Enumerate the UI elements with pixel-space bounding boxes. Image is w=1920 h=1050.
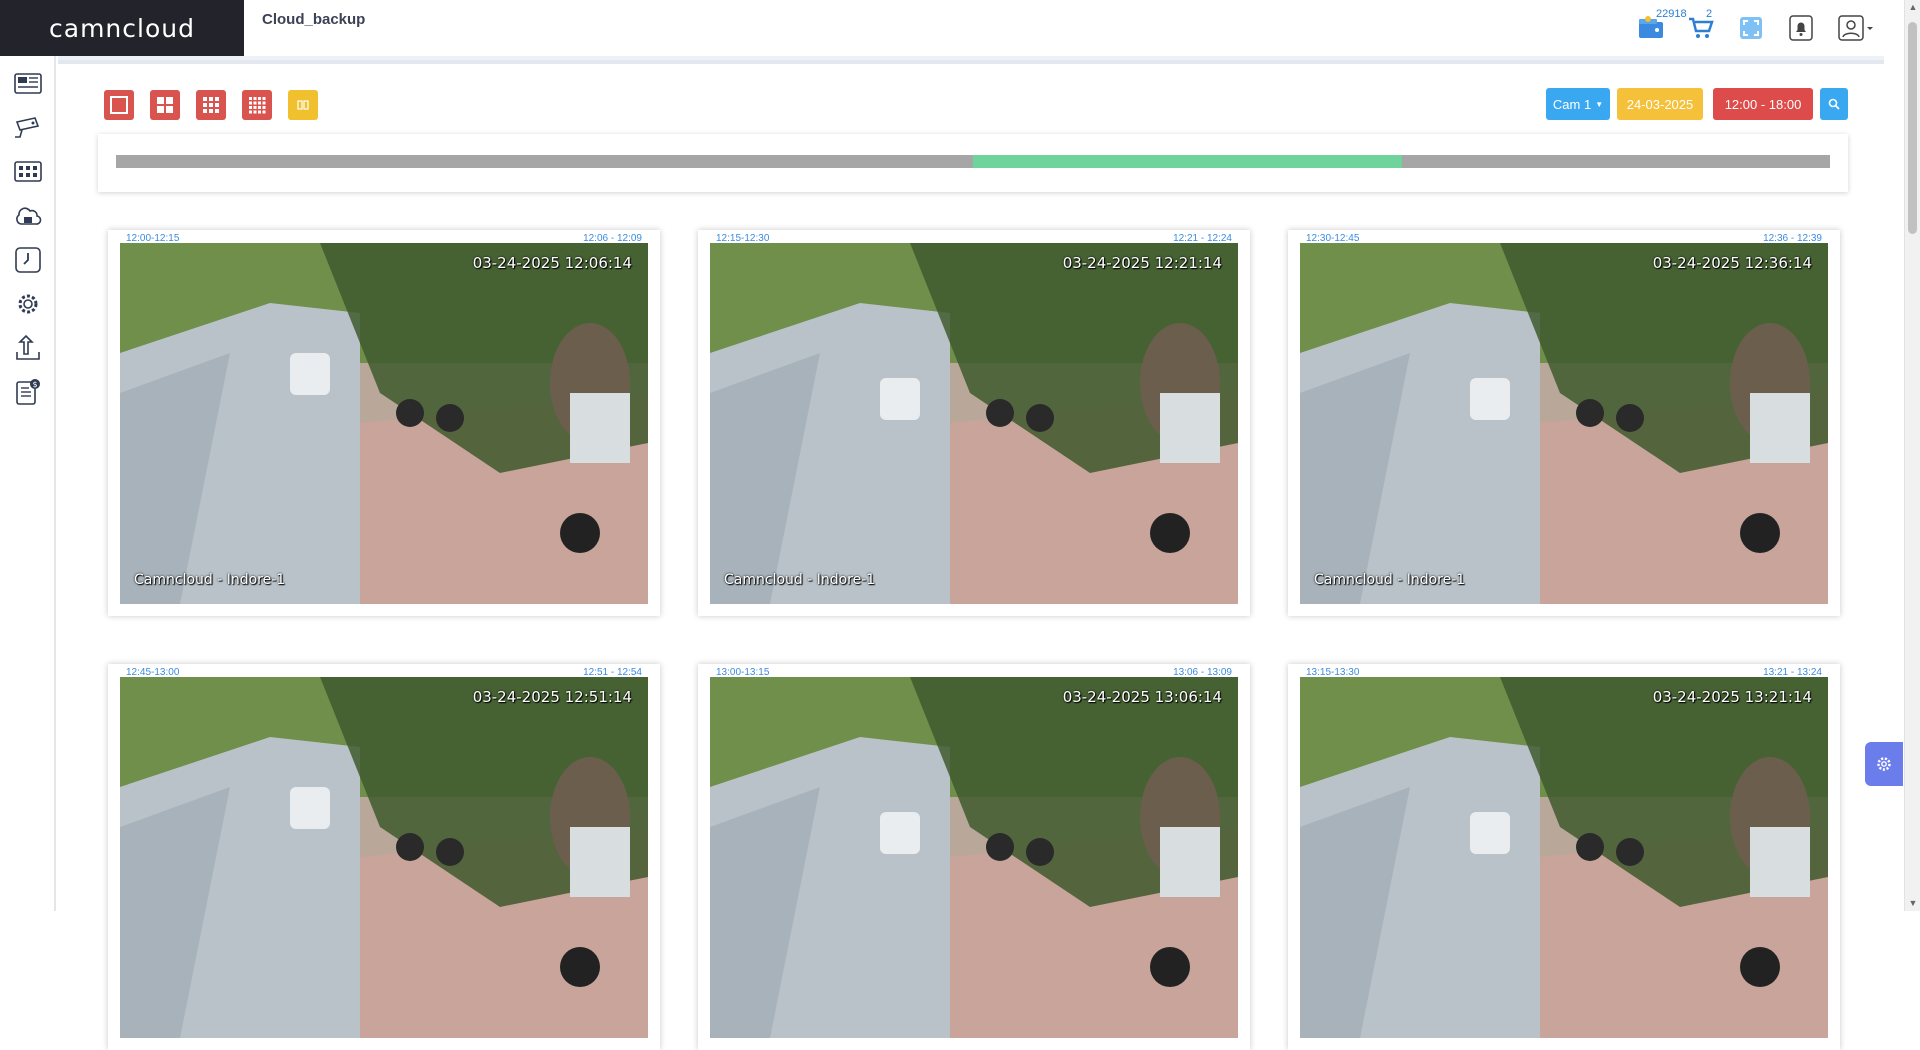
- layout-custom-button[interactable]: [288, 90, 318, 120]
- main-content: Cam 1 ▼ 24-03-2025 12:00 - 18:00 12:00-1…: [58, 56, 1884, 1050]
- wallet-button[interactable]: 22918: [1636, 8, 1687, 43]
- layout-1x1-button[interactable]: [104, 90, 134, 120]
- upload-icon: [16, 334, 40, 360]
- camera-snapshot-image: [120, 243, 648, 604]
- logo-text: camncloud: [49, 13, 195, 43]
- camera-snapshot-image: [1300, 243, 1828, 604]
- split-view-icon: [297, 100, 309, 110]
- camera-select-label: Cam 1: [1552, 96, 1592, 112]
- user-profile-icon: [1838, 15, 1873, 41]
- layout-3x3-button[interactable]: [196, 90, 226, 120]
- clip-thumbnail[interactable]: 03-24-2025 12:51:14: [120, 677, 648, 1038]
- cloud-home-icon: [16, 207, 42, 225]
- cctv-camera-icon: [15, 117, 40, 138]
- sidebar: $: [0, 56, 56, 911]
- clip-thumbnail[interactable]: 03-24-2025 12:36:14 Camncloud - Indore-1: [1300, 243, 1828, 604]
- clip-timestamp: 03-24-2025 12:06:14: [472, 254, 632, 272]
- search-icon: [1828, 98, 1840, 110]
- fullscreen-button[interactable]: [1736, 13, 1766, 43]
- layout-2x2-button[interactable]: [150, 90, 180, 120]
- scroll-up-arrow[interactable]: ▲: [1908, 2, 1918, 12]
- timeline-card: [98, 134, 1848, 192]
- camera-snapshot-image: [1300, 677, 1828, 1038]
- gear-icon: [18, 294, 38, 314]
- notification-bell-icon: [1789, 15, 1813, 41]
- clip-thumbnail[interactable]: 03-24-2025 12:21:14 Camncloud - Indore-1: [710, 243, 1238, 604]
- clip-timestamp: 03-24-2025 12:36:14: [1652, 254, 1812, 272]
- app-logo[interactable]: camncloud: [0, 0, 244, 56]
- invoice-icon: $: [16, 379, 40, 405]
- clip-card[interactable]: 12:30-12:45 12:36 - 12:39 03-24-2025 12:36…: [1288, 230, 1840, 616]
- clip-timestamp: 03-24-2025 12:21:14: [1062, 254, 1222, 272]
- clip-card[interactable]: 12:00-12:15 12:06 - 12:09 03-24-2025 12:06…: [108, 230, 660, 616]
- nine-view-icon: [203, 97, 219, 113]
- layout-4x4-button[interactable]: [242, 90, 272, 120]
- sidebar-item-upload[interactable]: [12, 332, 44, 364]
- time-range-label: 12:00 - 18:00: [1724, 96, 1802, 112]
- settings-fab[interactable]: [1865, 742, 1903, 786]
- sidebar-item-dashboard[interactable]: [12, 68, 44, 100]
- chevron-down-icon: ▼: [1595, 99, 1604, 109]
- gear-icon: [1877, 757, 1891, 771]
- dashboard-icon: [14, 73, 42, 94]
- camera-watermark: Camncloud - Indore-1: [724, 572, 876, 588]
- time-range-picker[interactable]: 12:00 - 18:00: [1713, 88, 1813, 120]
- camera-snapshot-image: [710, 677, 1238, 1038]
- user-menu-button[interactable]: [1836, 13, 1876, 43]
- cart-count: 2: [1706, 8, 1713, 20]
- content-panel: Cam 1 ▼ 24-03-2025 12:00 - 18:00 12:00-1…: [58, 60, 1884, 1050]
- sidebar-item-schedule[interactable]: [12, 244, 44, 276]
- camera-snapshot-image: [120, 677, 648, 1038]
- clip-card[interactable]: 13:00-13:15 13:06 - 13:09 03-24-2025 13:06…: [698, 664, 1250, 1050]
- scroll-thumb[interactable]: [1908, 22, 1917, 234]
- sidebar-item-live-grid[interactable]: [12, 156, 44, 188]
- page-title: Cloud_backup: [262, 11, 366, 28]
- sixteen-view-icon: [249, 97, 266, 114]
- camera-watermark: Camncloud - Indore-1: [134, 572, 286, 588]
- clip-card[interactable]: 13:15-13:30 13:21 - 13:24 03-24-2025 13:21…: [1288, 664, 1840, 1050]
- sidebar-item-settings[interactable]: [12, 288, 44, 320]
- sidebar-item-billing[interactable]: $: [12, 376, 44, 408]
- notification-button[interactable]: [1786, 13, 1816, 43]
- header-actions: 22918 2: [1636, 8, 1876, 46]
- quad-view-icon: [157, 97, 173, 113]
- timeline-track[interactable]: [116, 155, 1830, 168]
- svg-text:$: $: [32, 380, 37, 389]
- timeline-recorded-segment[interactable]: [973, 155, 1402, 168]
- clip-thumbnail[interactable]: 03-24-2025 13:21:14: [1300, 677, 1828, 1038]
- clip-thumbnail[interactable]: 03-24-2025 13:06:14: [710, 677, 1238, 1038]
- top-bar: camncloud Cloud_backup 22918 2: [0, 0, 1920, 56]
- page-scrollbar[interactable]: ▲ ▼: [1904, 0, 1920, 911]
- clip-card[interactable]: 12:45-13:00 12:51 - 12:54 03-24-2025 12:51…: [108, 664, 660, 1050]
- camera-snapshot-image: [710, 243, 1238, 604]
- sidebar-item-cloud-storage[interactable]: [12, 200, 44, 232]
- scroll-down-arrow[interactable]: ▼: [1908, 898, 1918, 908]
- grid-view-icon: [14, 161, 42, 182]
- wallet-count: 22918: [1656, 8, 1687, 20]
- date-picker[interactable]: 24-03-2025: [1617, 88, 1703, 120]
- clip-timestamp: 03-24-2025 12:51:14: [472, 688, 632, 706]
- camera-watermark: Camncloud - Indore-1: [1314, 572, 1466, 588]
- cart-button[interactable]: 2: [1686, 8, 1716, 43]
- clip-card[interactable]: 12:15-12:30 12:21 - 12:24 03-24-2025 12:21…: [698, 230, 1250, 616]
- camera-select[interactable]: Cam 1 ▼: [1546, 88, 1610, 120]
- date-label: 24-03-2025: [1626, 96, 1694, 112]
- clock-icon: [15, 247, 41, 273]
- single-view-icon: [110, 96, 128, 114]
- fullscreen-icon: [1740, 17, 1762, 39]
- sidebar-item-cameras[interactable]: [12, 112, 44, 144]
- clip-timestamp: 03-24-2025 13:06:14: [1062, 688, 1222, 706]
- search-button[interactable]: [1820, 88, 1848, 120]
- clip-timestamp: 03-24-2025 13:21:14: [1652, 688, 1812, 706]
- clip-thumbnail[interactable]: 03-24-2025 12:06:14 Camncloud - Indore-1: [120, 243, 648, 604]
